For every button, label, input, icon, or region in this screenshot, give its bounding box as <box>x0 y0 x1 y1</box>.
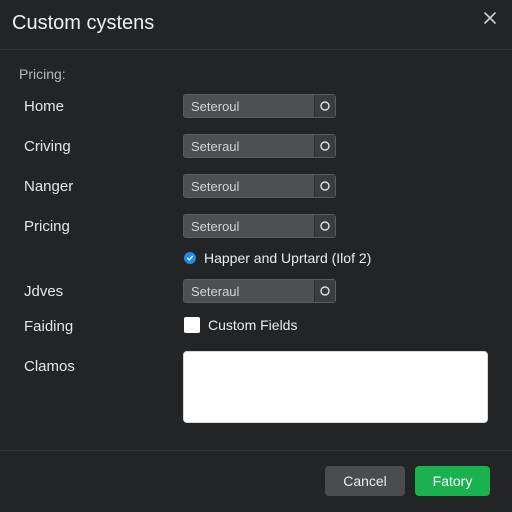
select-criving[interactable]: Seterаul <box>183 134 336 158</box>
select-value: Seterоul <box>191 218 240 234</box>
row-label-home: Home <box>24 98 65 115</box>
custom-fields-checkbox[interactable] <box>184 317 200 333</box>
select-home[interactable]: Seterоul <box>183 94 336 118</box>
primary-button[interactable]: Fatory <box>415 466 490 496</box>
select-value: Seterаul <box>191 138 240 154</box>
select-value: Seterоul <box>191 98 240 114</box>
dropdown-toggle-icon[interactable] <box>314 280 335 302</box>
notes-textarea[interactable] <box>183 351 488 423</box>
close-button[interactable] <box>480 10 500 30</box>
row-label-criving: Criving <box>24 138 71 155</box>
dialog-header: Custom cystens <box>0 0 512 50</box>
select-value: Seterаul <box>191 283 240 299</box>
option-row[interactable]: Happer and Uprtard (Ilof 2) <box>184 250 371 266</box>
dialog-title: Custom cystens <box>12 12 155 34</box>
custom-fields-label: Custom Fields <box>208 317 298 333</box>
close-icon <box>483 11 497 30</box>
select-value: Seterоul <box>191 178 240 194</box>
dropdown-toggle-icon[interactable] <box>314 95 335 117</box>
row-label-nanger: Nanger <box>24 178 74 195</box>
row-label-jdves: Jdves <box>24 283 64 300</box>
dropdown-toggle-icon[interactable] <box>314 175 335 197</box>
row-label-pricing: Pricing <box>24 218 70 235</box>
section-label: Pricing: <box>19 66 66 82</box>
dropdown-toggle-icon[interactable] <box>314 135 335 157</box>
checkmark-icon[interactable] <box>184 252 196 264</box>
cancel-button[interactable]: Cancel <box>325 466 405 496</box>
option-label: Happer and Uprtard (Ilof 2) <box>204 250 372 266</box>
custom-fields-option[interactable]: Custom Fields <box>184 317 297 333</box>
dropdown-toggle-icon[interactable] <box>314 215 335 237</box>
select-nanger[interactable]: Seterоul <box>183 174 336 198</box>
row-label-clamos: Clamos <box>24 358 75 375</box>
select-pricing[interactable]: Seterоul <box>183 214 336 238</box>
row-label-faiding: Faiding <box>24 318 74 335</box>
select-jdves[interactable]: Seterаul <box>183 279 336 303</box>
custom-systems-dialog: Custom cystens Pricing: Home Seterоul Cr… <box>0 0 512 512</box>
